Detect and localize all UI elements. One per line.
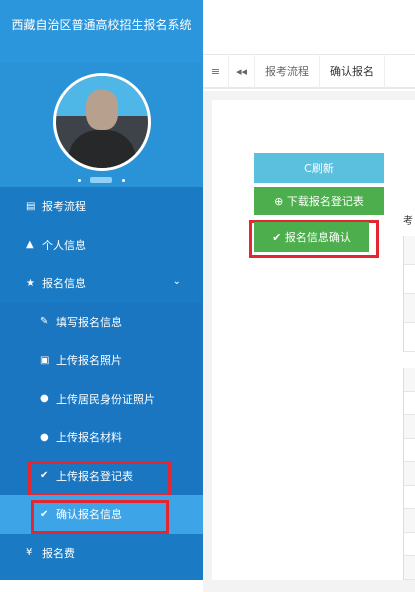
table-row <box>404 556 415 580</box>
sidebar-item-label: 上传居民身份证照片 <box>56 392 155 406</box>
content-label: 考 <box>403 216 413 227</box>
sidebar-item-process[interactable]: ▤ 报考流程 <box>0 187 203 226</box>
sidebar: 西藏自治区普通高校招生报名系统 ▤ 报考流程 ▲ 个人信息 ★ 报名信息 ⌄ ✎… <box>0 0 203 580</box>
sidebar-item-label: 报考流程 <box>42 200 86 214</box>
username-redacted <box>74 175 134 185</box>
sidebar-item-fill-info[interactable]: ✎ 填写报名信息 <box>0 302 203 341</box>
yen-icon: ¥ <box>26 547 33 559</box>
top-header <box>203 0 415 55</box>
sidebar-item-label: 确认报名信息 <box>56 508 122 522</box>
check-icon: ✔ <box>40 508 49 520</box>
table-row <box>404 294 415 323</box>
table-row <box>404 415 415 439</box>
sidebar-item-personal-info[interactable]: ▲ 个人信息 <box>0 225 203 264</box>
sidebar-item-upload-materials[interactable]: ● 上传报名材料 <box>0 418 203 457</box>
star-icon: ★ <box>26 277 35 289</box>
table-row <box>404 392 415 415</box>
sidebar-item-label: 报名信息 <box>42 277 86 291</box>
chevron-down-icon: ⌄ <box>172 276 181 287</box>
refresh-button[interactable]: C刷新 <box>254 153 384 183</box>
table-row <box>404 462 415 486</box>
sidebar-item-fee[interactable]: ¥ 报名费 <box>0 533 203 572</box>
system-title: 西藏自治区普通高校招生报名系统 <box>0 0 203 63</box>
table-row <box>404 509 415 533</box>
check-icon: ✔ <box>40 470 49 482</box>
sidebar-item-upload-registration-form[interactable]: ✔ 上传报名登记表 <box>0 456 203 496</box>
sidebar-item-label: 报名费 <box>42 546 75 560</box>
table-row <box>404 368 415 392</box>
sidebar-item-label: 上传报名照片 <box>56 354 122 368</box>
tab-bar: ≡ ◂◂ 报考流程 确认报名 <box>203 54 415 89</box>
list-icon: ▤ <box>26 200 36 212</box>
table-row <box>404 323 415 352</box>
sidebar-nav: ▤ 报考流程 ▲ 个人信息 ★ 报名信息 ⌄ ✎ 填写报名信息 ▣ 上传报名照片… <box>0 187 203 572</box>
image-icon: ▣ <box>40 354 50 366</box>
confirm-registration-button[interactable]: ✔ 报名信息确认 <box>254 222 369 252</box>
download-registration-form-button[interactable]: ⊕ 下载报名登记表 <box>254 187 384 215</box>
sidebar-item-upload-photo[interactable]: ▣ 上传报名照片 <box>0 341 203 380</box>
info-table <box>403 236 415 352</box>
sidebar-item-upload-id-photo[interactable]: ● 上传居民身份证照片 <box>0 379 203 418</box>
edit-icon: ✎ <box>40 316 49 328</box>
tab-confirm[interactable]: 确认报名 <box>320 54 385 88</box>
table-row <box>404 486 415 509</box>
sidebar-item-label: 填写报名信息 <box>56 315 122 329</box>
table-row <box>404 439 415 462</box>
sidebar-item-label: 上传报名材料 <box>56 431 122 445</box>
avatar[interactable] <box>53 73 151 171</box>
detail-table <box>403 368 415 580</box>
table-row <box>404 265 415 294</box>
scroll-left-icon[interactable]: ◂◂ <box>229 54 255 88</box>
upload-circle-icon: ● <box>40 431 49 443</box>
sidebar-item-registration-info[interactable]: ★ 报名信息 ⌄ <box>0 264 203 303</box>
sidebar-item-confirm-info[interactable]: ✔ 确认报名信息 <box>0 495 203 534</box>
table-row <box>404 533 415 556</box>
tab-process[interactable]: 报考流程 <box>255 54 320 88</box>
profile-panel <box>0 63 203 187</box>
sidebar-item-label: 上传报名登记表 <box>56 469 133 483</box>
upload-circle-icon: ● <box>40 393 49 405</box>
table-row <box>404 236 415 265</box>
menu-toggle-icon[interactable]: ≡ <box>203 54 229 88</box>
sidebar-item-label: 个人信息 <box>42 238 86 252</box>
user-icon: ▲ <box>26 239 34 251</box>
